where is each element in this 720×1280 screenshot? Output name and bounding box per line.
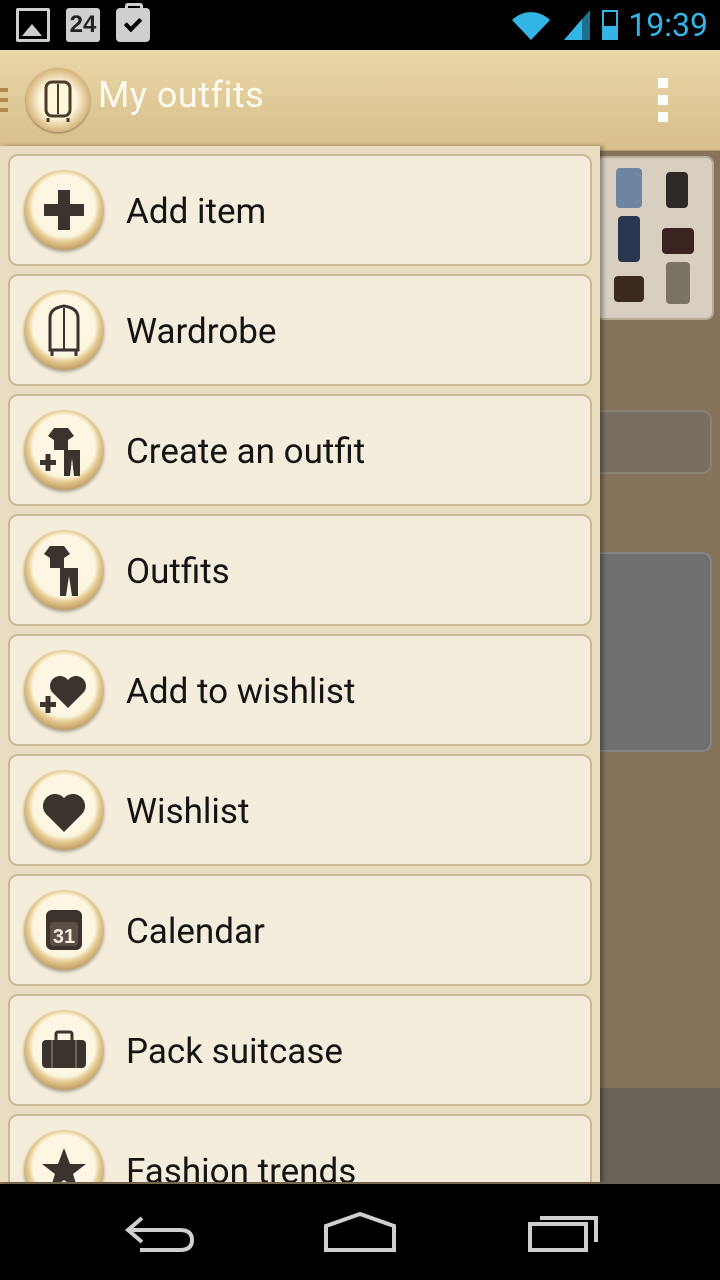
tshirt-thumb bbox=[666, 262, 690, 304]
plus-icon bbox=[24, 170, 104, 250]
drawer-indicator-icon[interactable] bbox=[0, 88, 10, 116]
watch-thumb bbox=[666, 172, 688, 208]
clock: 19:39 bbox=[628, 6, 708, 44]
suitcase-icon bbox=[24, 1010, 104, 1090]
menu-item-create-outfit[interactable]: Create an outfit bbox=[8, 394, 592, 506]
content-panel bbox=[590, 552, 712, 752]
boots-thumb bbox=[614, 276, 644, 302]
battery-icon bbox=[602, 10, 619, 40]
outfit-thumbnail[interactable] bbox=[596, 156, 714, 320]
content-footer bbox=[600, 1088, 720, 1185]
jeans-thumb bbox=[618, 216, 640, 262]
menu-item-calendar[interactable]: 31 Calendar bbox=[8, 874, 592, 986]
menu-item-label: Pack suitcase bbox=[126, 1031, 343, 1072]
menu-item-fashion-trends[interactable]: Fashion trends bbox=[8, 1114, 592, 1182]
wardrobe-icon[interactable] bbox=[26, 68, 90, 132]
signal-icon bbox=[564, 10, 591, 40]
menu-item-label: Add to wishlist bbox=[126, 671, 356, 712]
menu-item-pack-suitcase[interactable]: Pack suitcase bbox=[8, 994, 592, 1106]
menu-item-label: Add item bbox=[126, 191, 267, 232]
calendar-24-icon: 24 bbox=[66, 8, 100, 42]
navigation-bar bbox=[0, 1184, 720, 1280]
menu-item-label: Outfits bbox=[126, 551, 230, 592]
wardrobe-icon bbox=[24, 290, 104, 370]
menu-item-label: Create an outfit bbox=[126, 431, 366, 472]
add-heart-icon bbox=[24, 650, 104, 730]
menu-item-wardrobe[interactable]: Wardrobe bbox=[8, 274, 592, 386]
outfit-icon bbox=[24, 530, 104, 610]
star-icon bbox=[24, 1130, 104, 1182]
app-title: My outfits bbox=[98, 74, 265, 116]
shirt-thumb bbox=[616, 168, 642, 208]
menu-item-add-to-wishlist[interactable]: Add to wishlist bbox=[8, 634, 592, 746]
menu-item-label: Wishlist bbox=[126, 791, 250, 832]
home-icon[interactable] bbox=[320, 1210, 400, 1254]
notification-icons: 24 bbox=[16, 3, 150, 42]
menu-item-label: Fashion trends bbox=[126, 1151, 357, 1182]
image-icon bbox=[16, 8, 50, 42]
menu-item-label: Calendar bbox=[126, 911, 265, 952]
system-icons: 19:39 bbox=[510, 6, 708, 44]
recent-apps-icon[interactable] bbox=[522, 1210, 602, 1254]
back-icon[interactable] bbox=[120, 1210, 200, 1254]
navigation-drawer: Add item Wardrobe Create an outfit Outfi… bbox=[0, 146, 600, 1182]
content-field[interactable] bbox=[590, 410, 712, 474]
calendar-day: 24 bbox=[69, 11, 97, 38]
create-outfit-icon bbox=[24, 410, 104, 490]
heart-icon bbox=[24, 770, 104, 850]
wifi-icon bbox=[512, 12, 551, 40]
menu-item-outfits[interactable]: Outfits bbox=[8, 514, 592, 626]
menu-item-add-item[interactable]: Add item bbox=[8, 154, 592, 266]
calendar-badge: 31 bbox=[53, 926, 75, 948]
calendar-icon: 31 bbox=[24, 890, 104, 970]
menu-item-wishlist[interactable]: Wishlist bbox=[8, 754, 592, 866]
menu-item-label: Wardrobe bbox=[126, 311, 277, 352]
overflow-menu-icon[interactable] bbox=[658, 78, 668, 129]
briefcase-check-icon bbox=[116, 3, 150, 42]
bag-thumb bbox=[662, 228, 694, 254]
status-bar: 24 19:39 bbox=[0, 0, 720, 50]
